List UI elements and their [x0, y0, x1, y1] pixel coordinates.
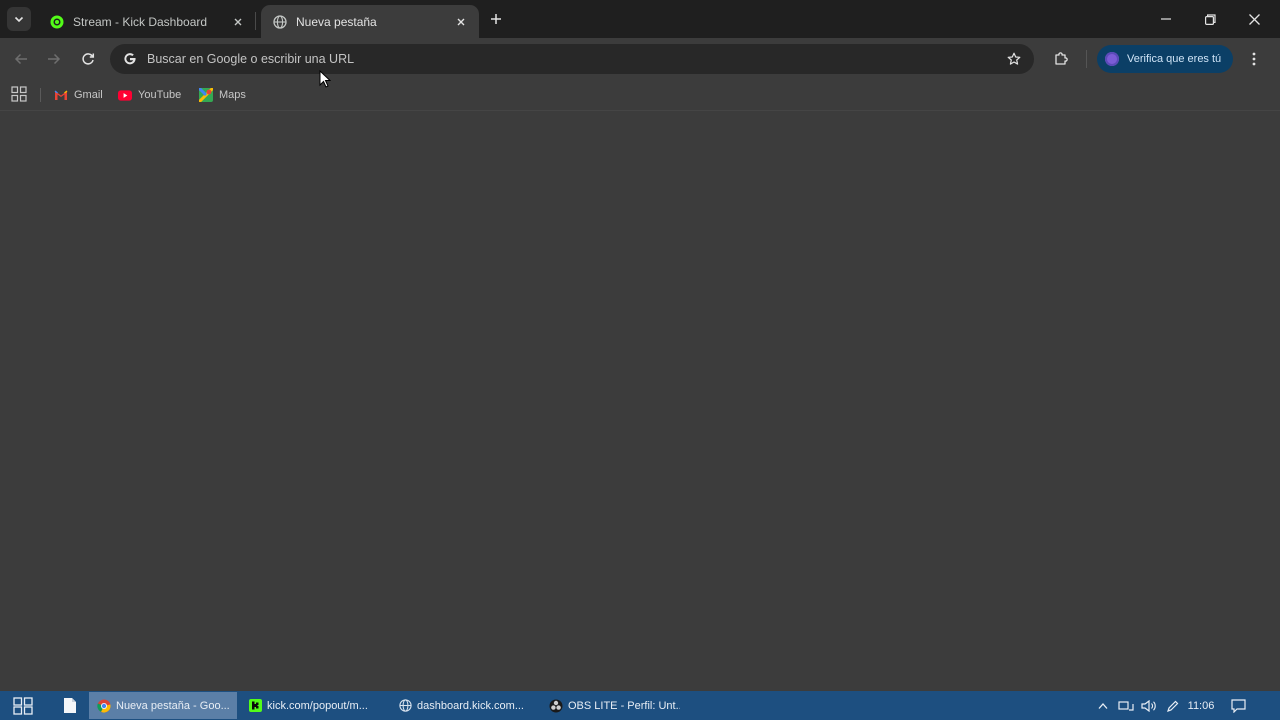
taskbar-item-obs[interactable]: OBS LITE - Perfil: Unt... — [541, 692, 688, 719]
youtube-icon — [118, 88, 132, 102]
tab-nueva-pestana[interactable]: Nueva pestaña — [261, 5, 479, 38]
bookmark-label: Gmail — [74, 89, 103, 101]
restore-button[interactable] — [1188, 0, 1232, 38]
close-tab-icon[interactable] — [453, 14, 469, 30]
speaker-icon[interactable] — [1139, 696, 1159, 716]
forward-button[interactable] — [42, 47, 66, 71]
menu-button[interactable] — [1242, 47, 1266, 71]
globe-icon — [273, 14, 287, 29]
taskbar-item-label: Nueva pestaña - Goo... — [116, 699, 229, 712]
toolbar-divider — [1086, 50, 1087, 68]
bookmark-gmail[interactable]: Gmail — [54, 85, 103, 105]
arrow-left-icon — [14, 53, 27, 65]
new-tab-button[interactable] — [486, 9, 506, 29]
extensions-button[interactable] — [1049, 47, 1073, 71]
bookmarks-bar: Gmail YouTube Maps — [0, 80, 1280, 111]
network-icon[interactable] — [1116, 696, 1136, 716]
clock[interactable]: 11:06 — [1185, 696, 1217, 716]
profile-label: Verifica que eres tú — [1127, 53, 1222, 65]
close-window-button[interactable] — [1232, 0, 1276, 38]
globe-icon — [398, 699, 412, 713]
profile-button[interactable]: Verifica que eres tú — [1097, 45, 1233, 73]
file-icon[interactable] — [63, 697, 77, 714]
new-tab-page — [0, 111, 1280, 691]
mouse-cursor-icon — [319, 70, 331, 88]
bookmark-label: YouTube — [138, 89, 182, 101]
maps-icon — [199, 88, 213, 102]
restore-icon — [1204, 13, 1216, 25]
kick-favicon-icon — [50, 15, 64, 29]
bookmark-label: Maps — [219, 89, 246, 101]
arrow-right-icon — [48, 53, 61, 65]
close-icon — [1248, 13, 1260, 25]
tab-title: Nueva pestaña — [296, 14, 377, 29]
avatar — [1105, 52, 1119, 66]
tab-kick-dashboard[interactable]: Stream - Kick Dashboard — [38, 5, 256, 38]
taskbar-item-label: dashboard.kick.com... — [417, 699, 524, 712]
obs-icon — [549, 699, 563, 713]
taskbar-item-label: OBS LITE - Perfil: Unt... — [568, 699, 680, 712]
address-input[interactable] — [147, 52, 1003, 66]
tray-chevron-up-icon[interactable] — [1094, 696, 1112, 716]
more-vertical-icon — [1252, 52, 1256, 66]
reload-icon — [82, 53, 95, 65]
close-tab-icon[interactable] — [230, 14, 246, 30]
taskbar-item-dashboard[interactable]: dashboard.kick.com... — [390, 692, 538, 719]
kick-icon — [248, 699, 262, 713]
bookmark-star-icon[interactable] — [1003, 48, 1025, 70]
start-grid-icon[interactable] — [13, 697, 33, 715]
windows-taskbar: Nueva pestaña - Goo... kick.com/popout/m… — [0, 691, 1280, 720]
chrome-icon — [97, 699, 111, 713]
browser-toolbar: Verifica que eres tú — [0, 38, 1280, 80]
minimize-button[interactable] — [1144, 0, 1188, 38]
back-button[interactable] — [9, 47, 33, 71]
minimize-icon — [1161, 18, 1171, 20]
chevron-down-icon — [14, 16, 24, 23]
tab-search-button[interactable] — [7, 7, 31, 31]
omnibox[interactable] — [110, 44, 1034, 74]
plus-icon — [491, 14, 501, 24]
taskbar-item-chrome[interactable]: Nueva pestaña - Goo... — [89, 692, 237, 719]
gmail-icon — [54, 88, 68, 102]
tab-strip: Stream - Kick Dashboard Nueva pestaña — [0, 0, 1280, 38]
reload-button[interactable] — [76, 47, 100, 71]
google-g-icon — [121, 52, 139, 66]
tab-divider — [255, 12, 256, 30]
puzzle-icon — [1055, 52, 1068, 65]
tab-title: Stream - Kick Dashboard — [73, 14, 208, 29]
bookmark-youtube[interactable]: YouTube — [118, 85, 181, 105]
taskbar-item-kick[interactable]: kick.com/popout/m... — [240, 692, 384, 719]
bookmarks-divider — [40, 88, 41, 102]
taskbar-item-label: kick.com/popout/m... — [267, 699, 368, 712]
notifications-icon[interactable] — [1228, 696, 1248, 716]
bookmark-maps[interactable]: Maps — [199, 85, 246, 105]
apps-grid-icon[interactable] — [11, 86, 27, 102]
pen-icon[interactable] — [1162, 696, 1182, 716]
